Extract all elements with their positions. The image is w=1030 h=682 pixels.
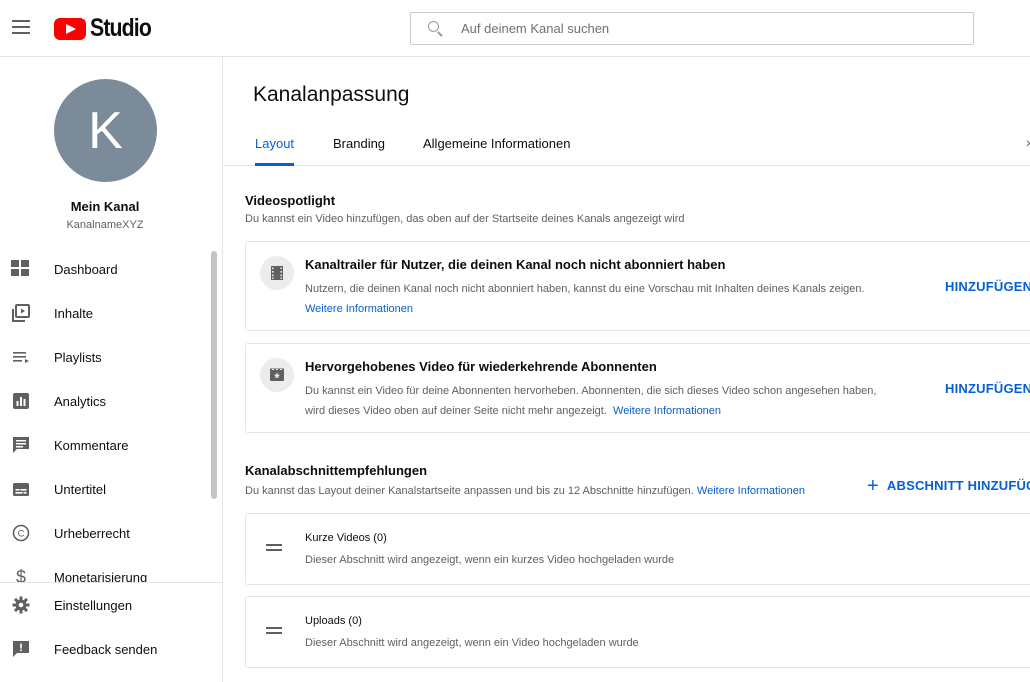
section-count: (0) [373,532,387,544]
card-text-body: Nutzern, die deinen Kanal noch nicht abo… [305,283,865,295]
search-box[interactable] [410,12,974,45]
plus-icon: + [867,475,879,497]
sections-description-text: Du kannst das Layout deiner Kanalstartse… [245,485,694,497]
learn-more-link[interactable]: Weitere Informationen [613,405,721,417]
section-count: (0) [348,615,362,627]
sidebar-item-analytics[interactable]: Analytics [0,379,210,423]
card-text-line1: Du kannst ein Video für deine Abonnenten… [305,385,877,397]
avatar[interactable]: K [54,79,157,182]
sidebar-item-inhalte[interactable]: Inhalte [0,291,210,335]
sidebar-item-einstellungen[interactable]: Einstellungen [0,583,223,627]
section-name: Uploads [305,615,346,627]
channel-name: Mein Kanal [70,199,140,214]
tab-general-info[interactable]: Allgemeine Informationen [423,136,570,163]
card-title: Kanaltrailer für Nutzer, die deinen Kana… [305,257,726,272]
learn-more-link[interactable]: Weitere Informationen [305,303,413,315]
comments-icon [11,436,31,454]
add-featured-video-button[interactable]: HINZUFÜGEN [945,381,1030,396]
copyright-icon: C [11,524,31,542]
top-bar: Studio [0,0,1030,57]
section-row-description: Dieser Abschnitt wird angezeigt, wenn ei… [305,554,675,566]
sidebar-item-urheberrecht[interactable]: C Urheberrecht [0,511,210,555]
card-text: Du kannst ein Video für deine Abonnenten… [305,381,925,421]
sidebar-item-label: Analytics [54,393,107,409]
subtitles-icon [11,480,31,498]
drag-handle-icon[interactable] [266,544,282,551]
sidebar-item-monetarisierung[interactable]: $ Monetarisierung [0,555,210,582]
sections-description: Du kannst das Layout deiner Kanalstartse… [245,485,805,497]
logo-text: Studio [90,14,152,42]
main-content: Kanalanpassung Layout Branding Allgemein… [223,57,1030,682]
sidebar-item-label: Untertitel [54,481,107,497]
learn-more-link[interactable]: Weitere Informationen [697,485,805,497]
content-icon [11,304,31,322]
page-title: Kanalanpassung [253,83,410,106]
studio-logo[interactable]: Studio [54,14,162,43]
featured-video-icon [260,358,294,392]
section-row[interactable]: Uploads (0) Dieser Abschnitt wird angeze… [245,596,1030,668]
add-section-label: ABSCHNITT HINZUFÜGEN [886,478,1030,493]
tab-layout[interactable]: Layout [255,136,295,166]
spotlight-title: Videospotlight [245,193,336,208]
sidebar-item-label: Einstellungen [54,597,133,613]
featured-video-card: Hervorgehobenes Video für wiederkehrende… [245,343,1030,433]
sidebar-item-label: Kommentare [54,437,129,453]
sidebar-item-label: Feedback senden [54,641,158,657]
drag-handle-icon[interactable] [266,627,282,634]
section-row-title: Kurze Videos (0) [305,532,387,544]
sidebar-nav: Dashboard Inhalte Playlists Analytics Ko… [0,247,210,582]
search-icon[interactable] [427,20,445,38]
feedback-icon [11,640,31,658]
sidebar-item-label: Dashboard [54,261,118,277]
section-name: Kurze Videos [305,532,371,544]
sidebar-bottom: Einstellungen Feedback senden [0,582,223,671]
chevron-right-icon[interactable]: › [1026,134,1030,150]
sidebar-item-dashboard[interactable]: Dashboard [0,247,210,291]
section-row-description: Dieser Abschnitt wird angezeigt, wenn ei… [305,637,639,649]
sidebar-item-label: Playlists [54,349,102,365]
card-title: Hervorgehobenes Video für wiederkehrende… [305,359,657,374]
svg-text:C: C [18,529,25,540]
playlists-icon [11,348,31,366]
monetization-icon: $ [15,567,26,582]
add-section-button[interactable]: + ABSCHNITT HINZUFÜGEN [867,473,1030,497]
sections-title: Kanalabschnittempfehlungen [245,463,428,478]
dashboard-icon [11,260,31,278]
channel-handle: KanalnameXYZ [66,219,144,231]
film-icon [260,256,294,290]
youtube-logo-icon [54,17,86,40]
analytics-icon [11,392,31,410]
section-row-title: Uploads (0) [305,615,362,627]
trailer-card: Kanaltrailer für Nutzer, die deinen Kana… [245,241,1030,331]
sidebar-item-feedback[interactable]: Feedback senden [0,627,223,671]
tab-bar: Layout Branding Allgemeine Informationen… [223,122,1030,166]
sidebar-item-playlists[interactable]: Playlists [0,335,210,379]
menu-icon[interactable] [12,20,30,34]
spotlight-description: Du kannst ein Video hinzufügen, das oben… [245,213,685,225]
gear-icon [11,596,31,614]
section-row[interactable]: Kurze Videos (0) Dieser Abschnitt wird a… [245,513,1030,585]
sidebar-item-label: Urheberrecht [54,525,130,541]
card-text-line2: wird dieses Video oben auf deiner Seite … [305,405,607,417]
sidebar-item-untertitel[interactable]: Untertitel [0,467,210,511]
sidebar-item-kommentare[interactable]: Kommentare [0,423,210,467]
add-trailer-button[interactable]: HINZUFÜGEN [945,279,1030,294]
sidebar-item-label: Monetarisierung [54,569,148,583]
tab-branding[interactable]: Branding [333,136,385,163]
sidebar: K Mein Kanal KanalnameXYZ Dashboard Inha… [0,57,223,682]
sidebar-scrollbar[interactable] [211,251,217,499]
search-input[interactable] [461,21,941,36]
sidebar-item-label: Inhalte [54,305,94,321]
card-text: Nutzern, die deinen Kanal noch nicht abo… [305,279,925,319]
